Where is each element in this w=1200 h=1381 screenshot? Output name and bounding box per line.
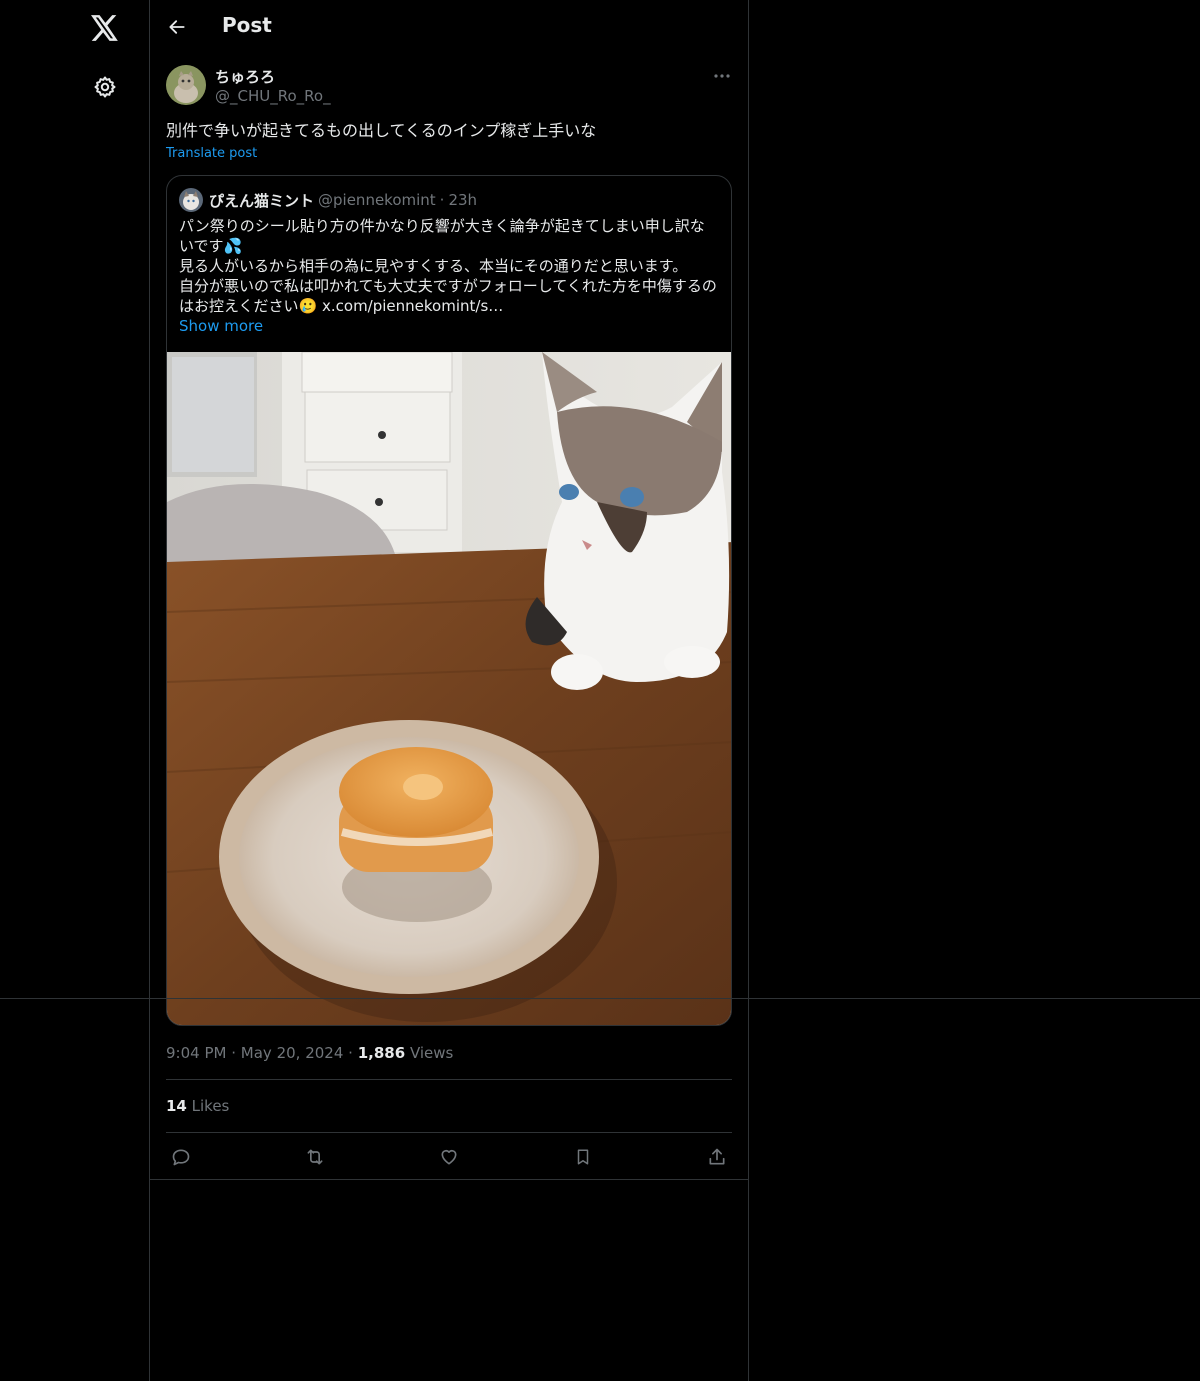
page-title: Post — [222, 13, 272, 37]
author-name[interactable]: ちゅろろ — [215, 66, 275, 87]
quote-line: はお控えください🥲 x.com/piennekomint/s… — [179, 297, 504, 315]
divider — [166, 1079, 732, 1080]
meta-separator: · — [231, 1044, 237, 1062]
views-count: 1,886 — [357, 1044, 406, 1062]
meta-separator: · — [348, 1044, 353, 1062]
gear-icon[interactable] — [88, 70, 122, 104]
post-text: 別件で争いが起きてるもの出してくるのインプ稼ぎ上手いな — [166, 121, 597, 140]
divider — [150, 1179, 748, 1180]
quote-line: 自分が悪いので私は叩かれても大丈夫ですがフォローしてくれた方を中傷するの — [179, 277, 717, 295]
reply-icon — [172, 1149, 190, 1166]
quote-line: いです💦 — [179, 237, 243, 255]
quote-header: ぴえん猫ミント @piennekomint · 23h — [179, 188, 477, 212]
arrow-left-icon — [169, 20, 185, 34]
quote-line: 見る人がいるから相手の為に見やすくする、本当にその通りだと思います。 — [179, 257, 688, 275]
translate-post-link[interactable]: Translate post — [166, 146, 257, 161]
x-logo-icon[interactable] — [85, 8, 125, 48]
author-handle[interactable]: @_CHU_Ro_Ro_ — [215, 87, 331, 105]
quote-author-handle: @piennekomint — [318, 191, 436, 209]
left-nav — [0, 0, 149, 1381]
post-date[interactable]: May 20, 2024 — [241, 1044, 344, 1062]
quote-time: 23h — [448, 191, 478, 209]
likes-row[interactable]: 14 Likes — [166, 1097, 229, 1115]
share-icon — [709, 1148, 725, 1165]
quote-photo[interactable] — [167, 351, 731, 1025]
views-label: Views — [409, 1044, 454, 1062]
divider — [0, 998, 1200, 999]
likes-label: Likes — [191, 1097, 230, 1115]
reply-button[interactable] — [167, 1143, 195, 1171]
quote-avatar — [179, 188, 203, 212]
post-time[interactable]: 9:04 PM — [166, 1044, 226, 1062]
quote-body: パン祭りのシール貼り方の件かなり反響が大きく論争が起きてしまい申し訳な いです💦… — [179, 216, 724, 336]
primary-column: Post ちゅろろ @_CHU_Ro_Ro_ 別件で争いが起きてるもの出してくる… — [149, 0, 749, 1381]
bookmark-icon — [577, 1149, 589, 1165]
likes-count: 14 — [166, 1097, 187, 1115]
like-button[interactable] — [435, 1143, 463, 1171]
more-dots-icon — [714, 74, 730, 78]
page-header: Post — [150, 0, 748, 54]
quote-author-name: ぴえん猫ミント — [209, 191, 315, 210]
heart-icon — [441, 1149, 457, 1165]
back-button[interactable] — [160, 10, 194, 44]
post-meta: 9:04 PM · May 20, 2024 · 1,886 Views — [166, 1044, 453, 1062]
quote-line: パン祭りのシール貼り方の件かなり反響が大きく論争が起きてしまい申し訳な — [179, 217, 705, 235]
quoted-post[interactable]: ぴえん猫ミント @piennekomint · 23h パン祭りのシール貼り方の… — [166, 175, 732, 1026]
author-avatar[interactable] — [166, 65, 206, 105]
show-more-link[interactable]: Show more — [179, 316, 724, 336]
quote-separator: · — [439, 191, 445, 209]
more-options-button[interactable] — [710, 64, 734, 88]
repost-button[interactable] — [301, 1143, 329, 1171]
repost-icon — [307, 1149, 323, 1165]
action-bar — [166, 1133, 732, 1179]
share-button[interactable] — [703, 1143, 731, 1171]
bookmark-button[interactable] — [569, 1143, 597, 1171]
